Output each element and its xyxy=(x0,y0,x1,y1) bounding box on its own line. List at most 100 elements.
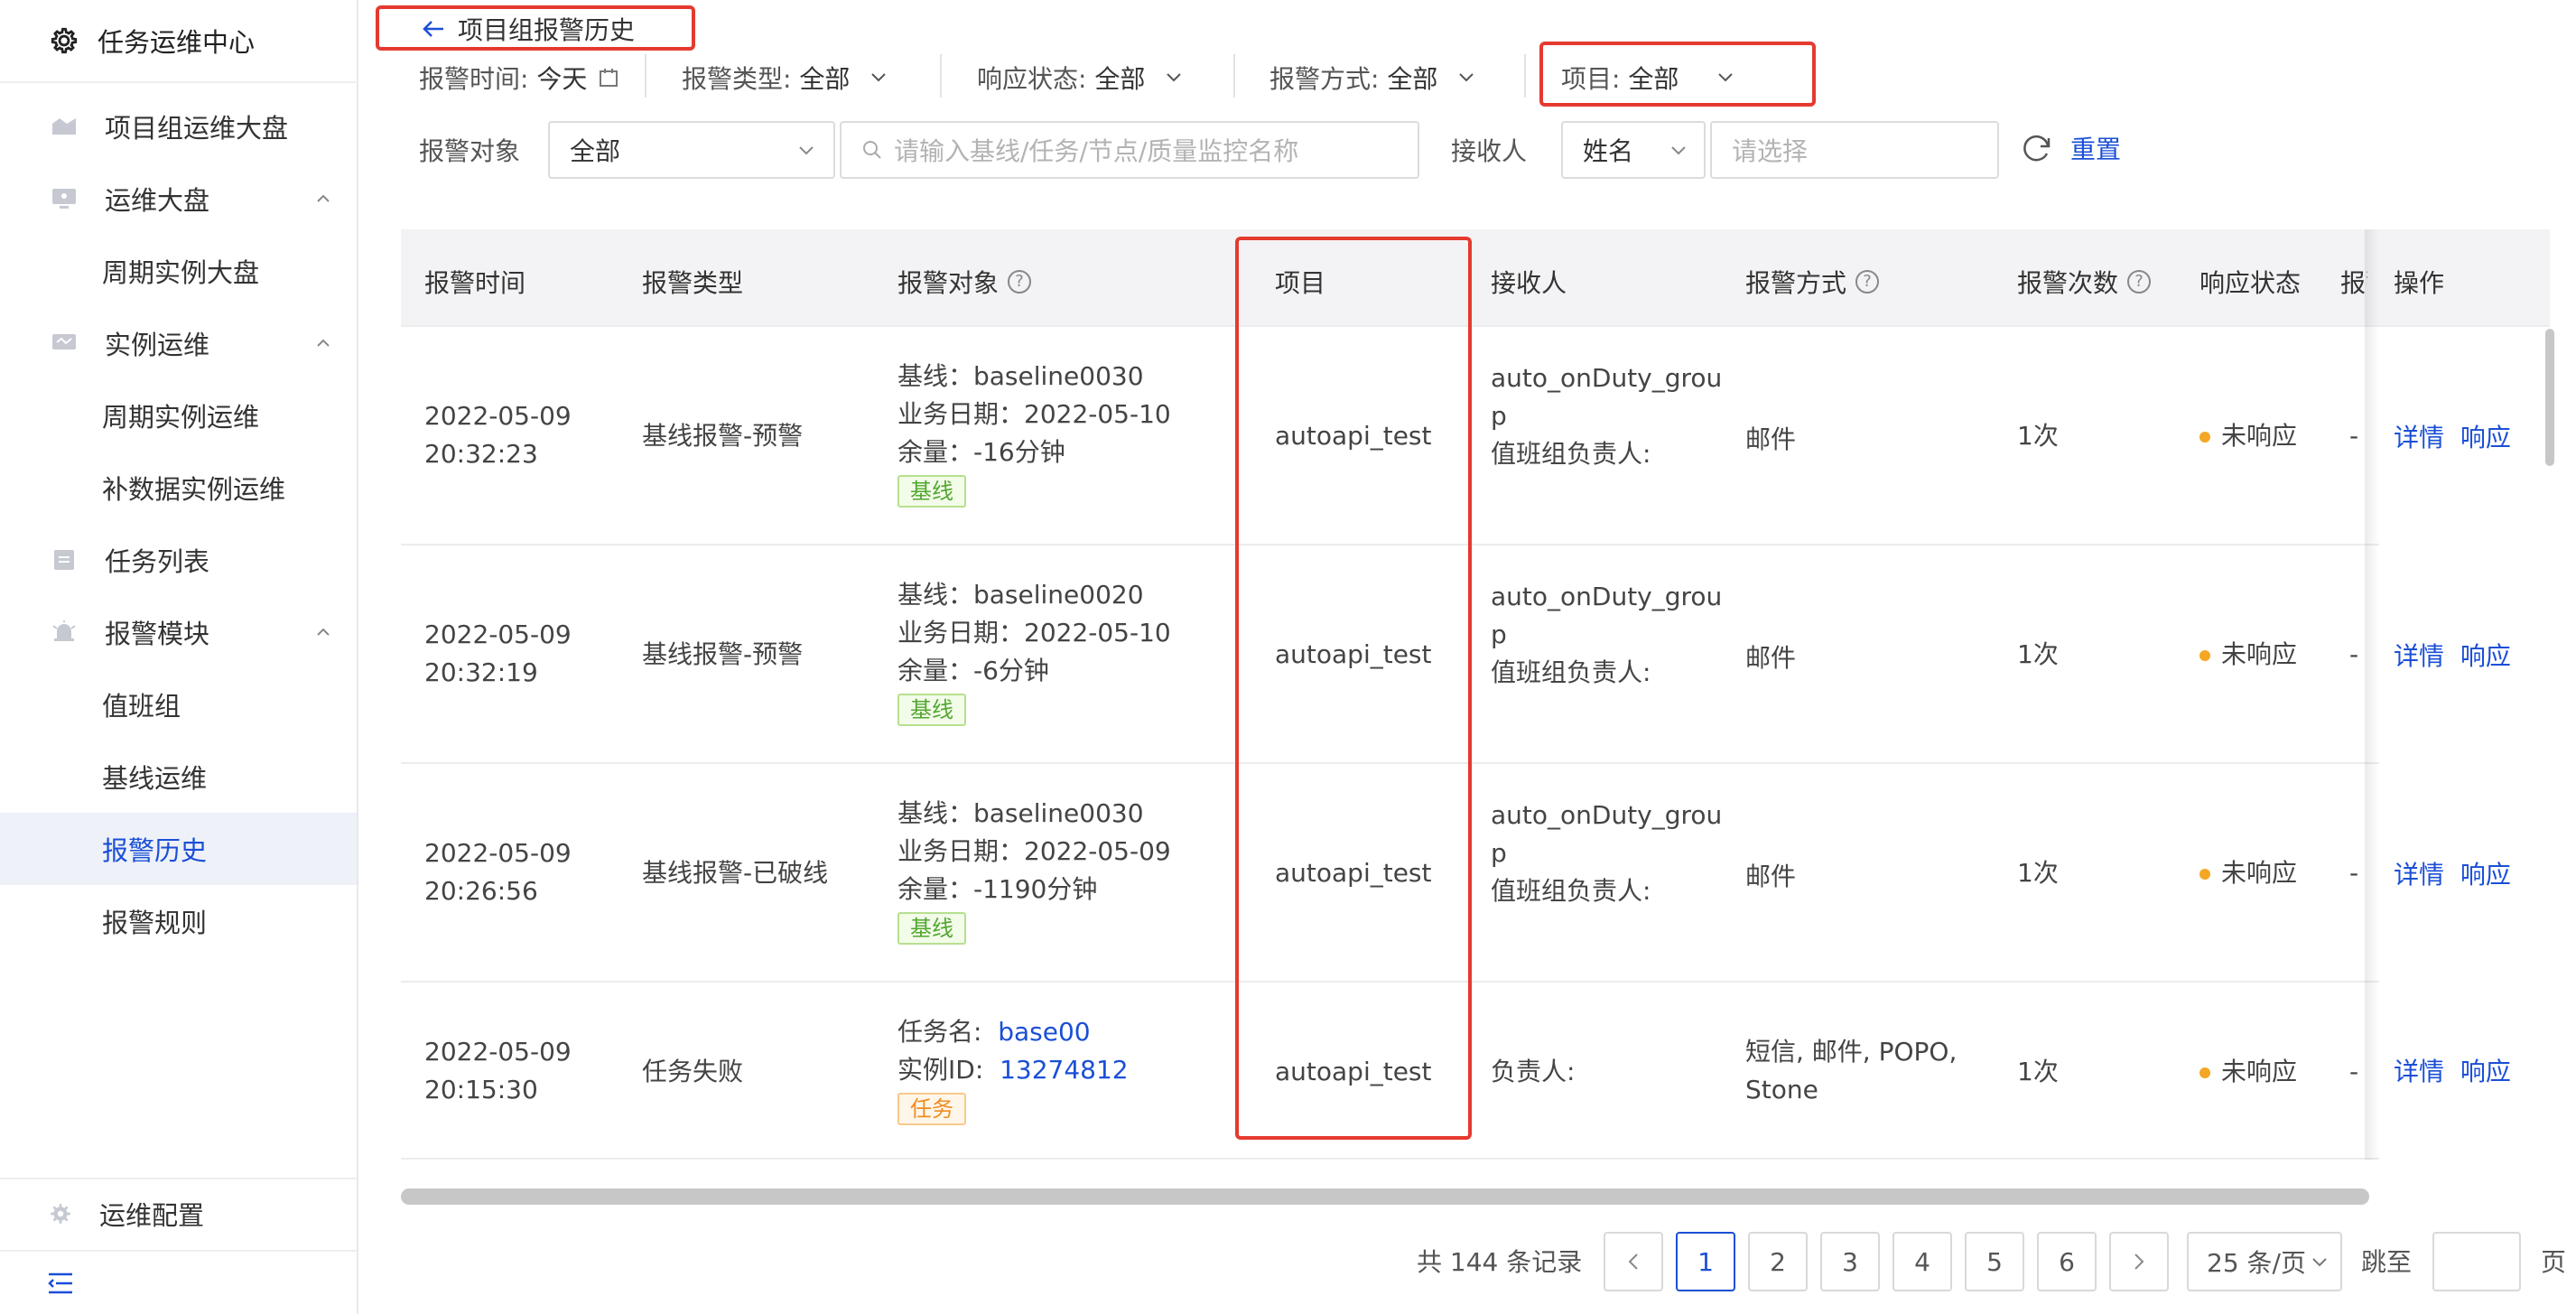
receiver-type-select[interactable]: 姓名 xyxy=(1561,121,1706,179)
respond-link[interactable]: 响应 xyxy=(2460,641,2511,671)
column-header-alarm-type[interactable]: 报警类型 xyxy=(642,264,743,300)
filter-label: 响应状态: xyxy=(977,64,1087,94)
alarm-time-cell: 2022-05-09 20:15:30 xyxy=(424,1033,572,1109)
column-header-alarm-time[interactable]: 报警时间 xyxy=(424,264,525,300)
truncated-cell: - xyxy=(2349,421,2359,451)
respond-link[interactable]: 响应 xyxy=(2460,860,2511,890)
alarm-type-cell: 基线报警-预警 xyxy=(642,639,804,669)
sidebar-item-alarm-history[interactable]: 报警历史 xyxy=(0,813,357,885)
sidebar-item-cycle-instance-ops[interactable]: 周期实例运维 xyxy=(0,379,357,452)
search-input[interactable]: 请输入基线/任务/节点/质量监控名称 xyxy=(840,121,1419,179)
column-header-alarm-count[interactable]: 报警次数? xyxy=(2017,264,2152,300)
alarm-type-cell: 基线报警-预警 xyxy=(642,421,804,451)
pagination-page[interactable]: 3 xyxy=(1820,1232,1880,1291)
receiver-cell: 负责人: xyxy=(1491,1057,1576,1086)
pagination-page[interactable]: 4 xyxy=(1892,1232,1952,1291)
filter-divider xyxy=(645,54,646,98)
page-suffix: 页 xyxy=(2541,1247,2567,1277)
horizontal-scrollbar[interactable] xyxy=(401,1188,2369,1205)
pagination-next-button[interactable] xyxy=(2109,1232,2169,1291)
row-actions: 详情 响应 xyxy=(2394,419,2511,457)
status-text: 未响应 xyxy=(2221,1057,2298,1086)
task-name-link[interactable]: base00 xyxy=(998,1017,1090,1047)
back-link[interactable]: 项目组报警历史 xyxy=(422,9,635,49)
detail-link[interactable]: 详情 xyxy=(2394,641,2444,671)
alarm-time: 20:32:23 xyxy=(424,439,538,469)
detail-link[interactable]: 详情 xyxy=(2394,423,2444,452)
response-status-cell: 未响应 xyxy=(2199,636,2297,674)
receiver-group: auto_onDuty_grou xyxy=(1491,582,1723,611)
filter-label: 项目: xyxy=(1561,64,1621,94)
alarm-icon xyxy=(52,620,76,641)
pagination-page[interactable]: 5 xyxy=(1965,1232,2024,1291)
sidebar-item-baseline-ops[interactable]: 基线运维 xyxy=(0,741,357,813)
sidebar-item-ops-dashboard[interactable]: 运维大盘 xyxy=(0,163,357,235)
filter-divider xyxy=(1524,54,1526,98)
status-text: 未响应 xyxy=(2221,858,2298,888)
column-header-receiver[interactable]: 接收人 xyxy=(1491,264,1567,300)
receiver-select[interactable]: 请选择 xyxy=(1710,121,1999,179)
question-mark-icon[interactable]: ? xyxy=(1855,270,1880,294)
filter-response-status[interactable]: 响应状态: 全部 xyxy=(977,58,1183,98)
jump-page-input[interactable] xyxy=(2432,1232,2521,1291)
sidebar-item-alarm-module[interactable]: 报警模块 xyxy=(0,596,357,668)
filter-alarm-type[interactable]: 报警类型: 全部 xyxy=(682,58,888,98)
alarm-type-cell: 任务失败 xyxy=(642,1057,744,1086)
column-header-alarm-object[interactable]: 报警对象? xyxy=(897,264,1032,300)
instance-id-link[interactable]: 13274812 xyxy=(1000,1055,1129,1085)
sidebar-item-project-dashboard[interactable]: 项目组运维大盘 xyxy=(0,90,357,163)
pagination-page[interactable]: 6 xyxy=(2037,1232,2097,1291)
column-header-alarm-method[interactable]: 报警方式? xyxy=(1745,264,1880,300)
question-mark-icon[interactable]: ? xyxy=(1008,270,1032,294)
sidebar-item-label: 报警规则 xyxy=(102,908,208,938)
sidebar-item-label: 报警模块 xyxy=(105,619,210,649)
vertical-scrollbar[interactable] xyxy=(2545,329,2554,466)
monitor-icon xyxy=(52,189,76,209)
status-dot xyxy=(2199,650,2210,661)
jump-label: 跳至 xyxy=(2361,1247,2413,1277)
page-size-select[interactable]: 25 条/页 xyxy=(2187,1232,2342,1291)
filter-value: 全部 xyxy=(1387,64,1438,94)
alarm-count-cell: 1次 xyxy=(2017,1057,2059,1086)
gear-icon xyxy=(51,27,78,54)
filter-alarm-time[interactable]: 报警时间: 今天 xyxy=(419,58,619,98)
pagination-page[interactable]: 1 xyxy=(1676,1232,1735,1291)
sidebar-item-alarm-rules[interactable]: 报警规则 xyxy=(0,885,357,957)
chevron-left-icon xyxy=(1628,1253,1638,1270)
filter-project[interactable]: 项目: 全部 xyxy=(1561,58,1734,98)
truncated-cell: - xyxy=(2349,639,2359,669)
alarm-object-select[interactable]: 全部 xyxy=(548,121,835,179)
column-header-response-status[interactable]: 响应状态 xyxy=(2199,264,2301,300)
app-title: 任务运维中心 xyxy=(98,27,256,58)
reset-button[interactable]: 重置 xyxy=(2020,130,2121,166)
filter-divider xyxy=(1233,54,1235,98)
detail-link[interactable]: 详情 xyxy=(2394,860,2444,890)
sidebar-item-task-list[interactable]: 任务列表 xyxy=(0,524,357,596)
pagination-prev-button[interactable] xyxy=(1604,1232,1663,1291)
sidebar-item-cycle-instance-dashboard[interactable]: 周期实例大盘 xyxy=(0,235,357,307)
sidebar-item-label: 周期实例运维 xyxy=(102,402,260,433)
respond-link[interactable]: 响应 xyxy=(2460,423,2511,452)
sidebar-item-instance-ops[interactable]: 实例运维 xyxy=(0,307,357,379)
sidebar-item-ops-config[interactable]: 运维配置 xyxy=(0,1178,357,1250)
sidebar-collapse-button[interactable] xyxy=(0,1250,357,1314)
alarm-method-line: 短信, 邮件, POPO, xyxy=(1745,1037,1958,1067)
respond-link[interactable]: 响应 xyxy=(2460,1057,2511,1086)
instance-id-label: 实例ID: xyxy=(897,1055,984,1085)
sidebar-item-duty-group[interactable]: 值班组 xyxy=(0,668,357,741)
column-header-actions: 操作 xyxy=(2394,268,2445,298)
pagination-page[interactable]: 2 xyxy=(1748,1232,1808,1291)
page-title: 项目组报警历史 xyxy=(458,15,636,45)
question-mark-icon[interactable]: ? xyxy=(2127,270,2152,294)
table-row: 2022-05-09 20:26:56 基线报警-已破线 基线：baseline0… xyxy=(401,764,2550,983)
alarm-time: 20:32:19 xyxy=(424,657,538,687)
sidebar-item-backfill-instance-ops[interactable]: 补数据实例运维 xyxy=(0,452,357,524)
page-size-value: 25 条/页 xyxy=(2207,1248,2306,1278)
filter-alarm-method[interactable]: 报警方式: 全部 xyxy=(1269,58,1475,98)
receiver-role: 值班组负责人: xyxy=(1491,439,1651,469)
alarm-method-cell: 邮件 xyxy=(1745,424,1797,454)
calendar-icon xyxy=(600,69,618,87)
detail-link[interactable]: 详情 xyxy=(2394,1057,2444,1086)
column-header-label: 报警对象 xyxy=(897,268,1000,298)
column-header-truncated[interactable]: 报警 xyxy=(2340,264,2367,300)
